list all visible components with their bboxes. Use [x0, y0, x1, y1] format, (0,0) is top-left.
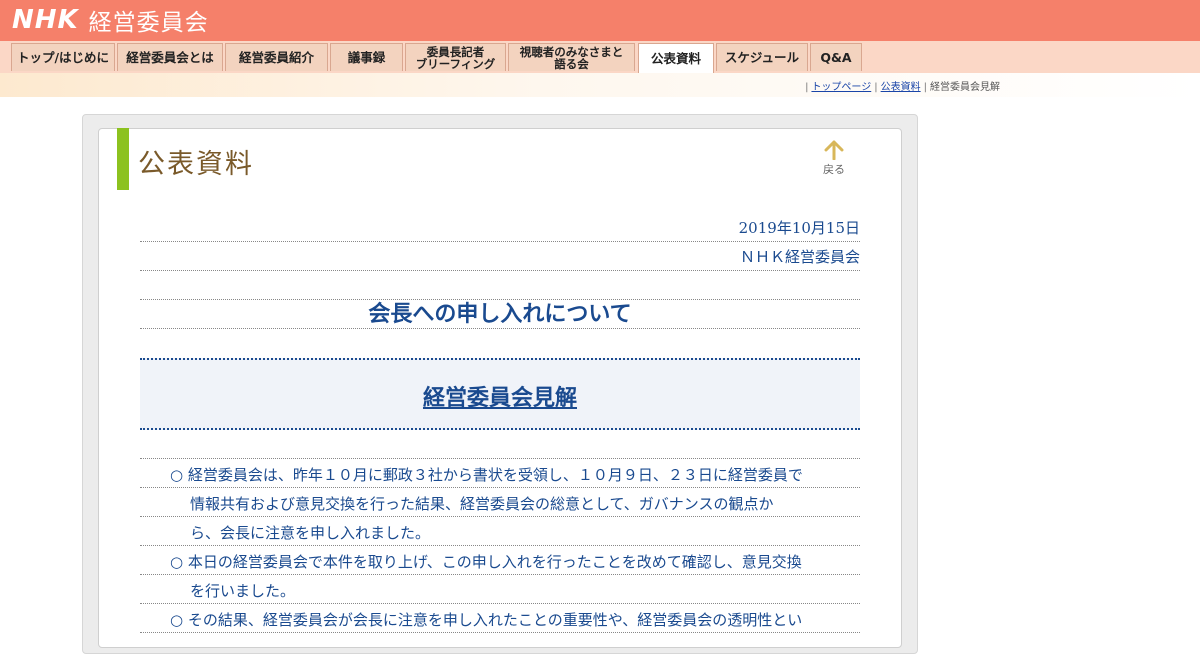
document-body: 2019年10月15日 ＮＨＫ経営委員会 会長への申し入れについて 経営委員会見…: [140, 210, 860, 633]
breadcrumb-section-link[interactable]: 公表資料: [881, 82, 921, 93]
tab-briefing[interactable]: 委員長記者 ブリーフィング: [405, 43, 506, 71]
site-header: NHK 経営委員会: [0, 0, 1200, 41]
subtitle-box: 経営委員会見解: [140, 358, 860, 430]
main-nav: トップ/はじめに 経営委員会とは 経営委員紹介 議事録 委員長記者 ブリーフィン…: [0, 41, 1200, 74]
document-subtitle[interactable]: 経営委員会見解: [423, 380, 577, 412]
paragraph-line: ○ その結果、経営委員会が会長に注意を申し入れたことの重要性や、経営委員会の透明…: [140, 604, 860, 633]
tab-members[interactable]: 経営委員紹介: [225, 43, 328, 71]
paragraph-line: ○ 本日の経営委員会で本件を取り上げ、この申し入れを行ったことを改めて確認し、意…: [140, 546, 860, 575]
spacer-line: [140, 271, 860, 300]
breadcrumb-home-link[interactable]: トップページ: [811, 82, 871, 93]
tab-viewers-meeting[interactable]: 視聴者のみなさまと 語る会: [508, 43, 635, 71]
site-title: 経営委員会: [88, 10, 209, 36]
site-logo[interactable]: NHK 経営委員会: [12, 5, 209, 36]
tab-minutes[interactable]: 議事録: [330, 43, 403, 71]
up-arrow-icon: [824, 140, 844, 160]
breadcrumb-bar: | トップページ | 公表資料 | 経営委員会見解: [0, 73, 1200, 97]
section-accent-bar: [117, 128, 129, 190]
back-button[interactable]: 戻る: [818, 140, 850, 177]
breadcrumb-separator: |: [805, 82, 809, 93]
paragraph-line: ら、会長に注意を申し入れました。: [140, 517, 860, 546]
breadcrumb: | トップページ | 公表資料 | 経営委員会見解: [802, 78, 1000, 93]
breadcrumb-separator: |: [923, 82, 927, 93]
breadcrumb-separator: |: [874, 82, 878, 93]
section-title: 公表資料: [138, 149, 254, 180]
document-date: 2019年10月15日: [140, 210, 860, 242]
tab-top[interactable]: トップ/はじめに: [11, 43, 115, 71]
tab-qa[interactable]: Q&A: [810, 43, 862, 71]
nhk-logo: NHK: [12, 5, 79, 35]
paragraph-line: ○ 経営委員会は、昨年１０月に郵政３社から書状を受領し、１０月９日、２３日に経営…: [140, 459, 860, 488]
tab-schedule[interactable]: スケジュール: [716, 43, 808, 71]
spacer-line: [140, 430, 860, 459]
back-label: 戻る: [823, 163, 845, 176]
document-author: ＮＨＫ経営委員会: [140, 242, 860, 271]
breadcrumb-current: 経営委員会見解: [930, 82, 1000, 93]
paragraph-line: 情報共有および意見交換を行った結果、経営委員会の総意として、ガバナンスの観点か: [140, 488, 860, 517]
tab-about[interactable]: 経営委員会とは: [117, 43, 223, 71]
document-headline: 会長への申し入れについて: [140, 300, 860, 329]
paragraph-line: を行いました。: [140, 575, 860, 604]
tab-public-documents[interactable]: 公表資料: [638, 43, 714, 74]
